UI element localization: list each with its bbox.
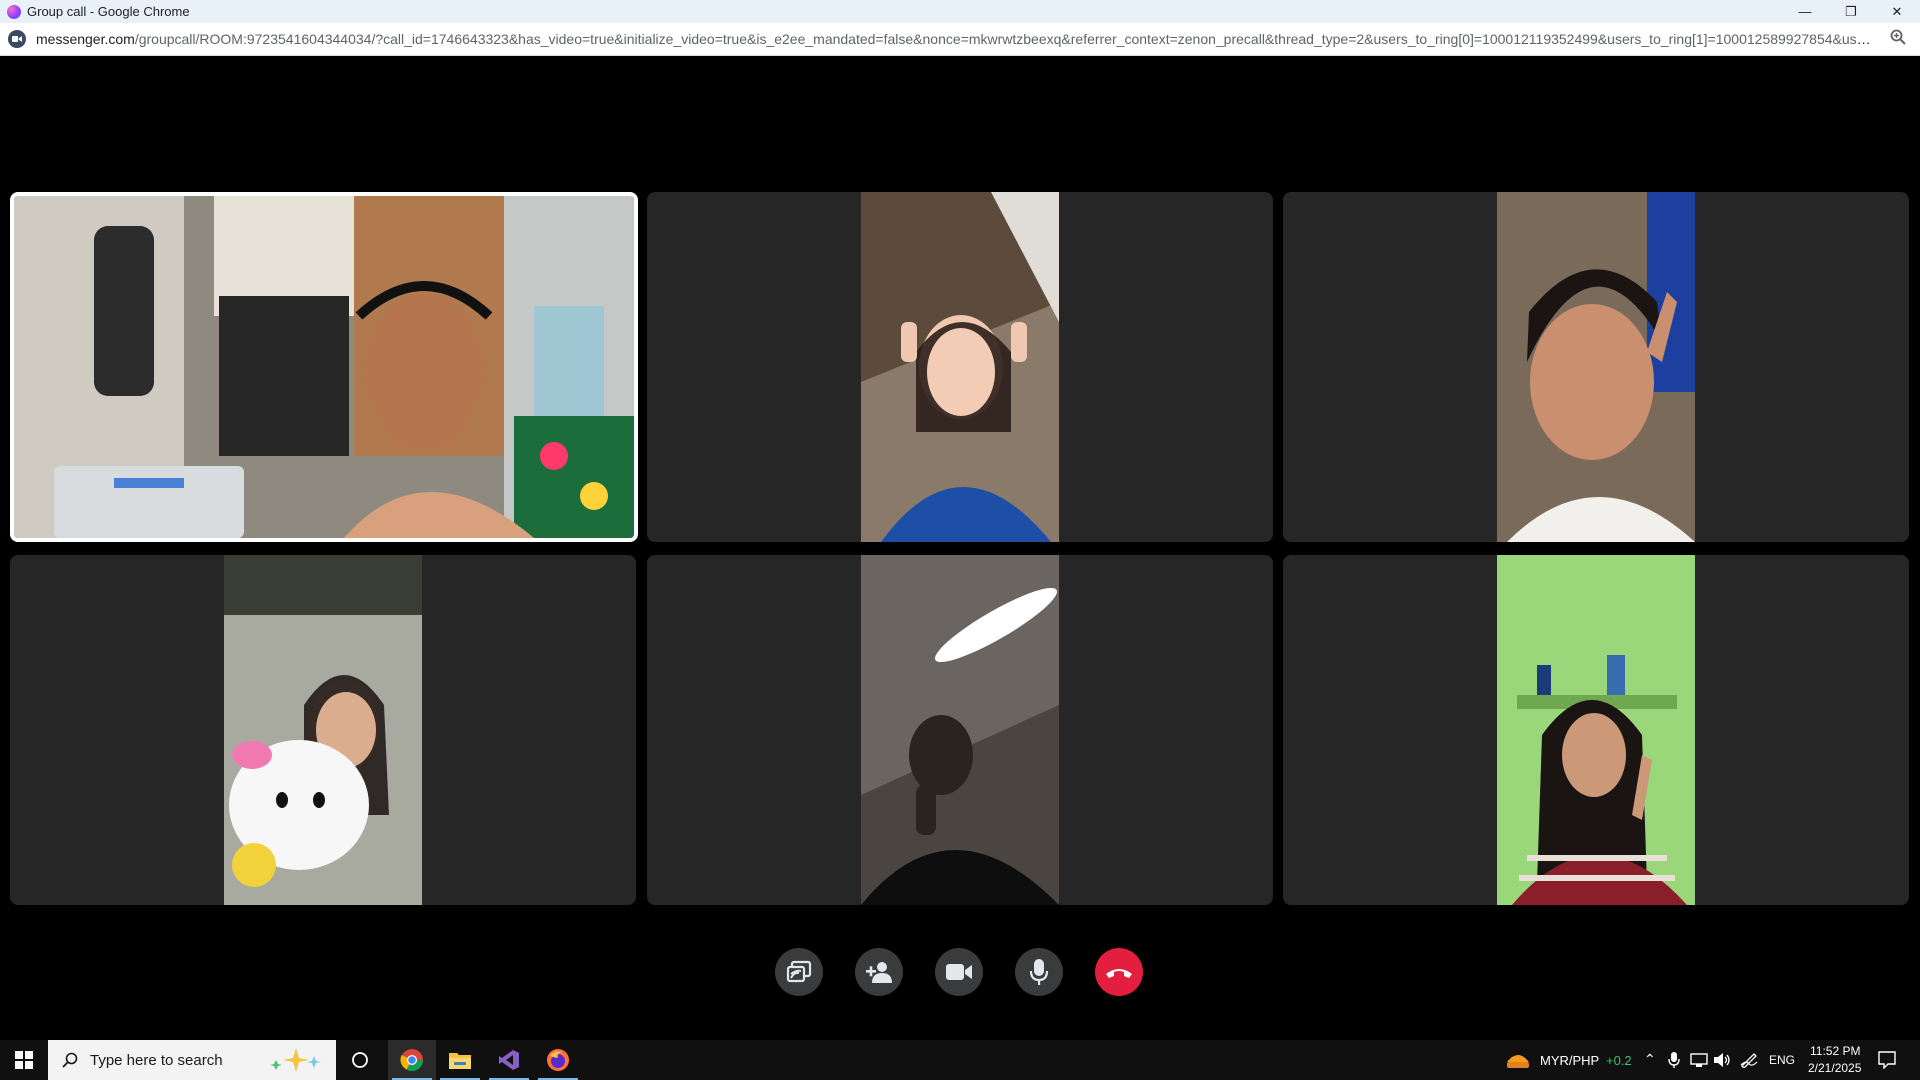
currency-widget-icon[interactable] bbox=[1505, 1048, 1531, 1072]
end-call-button[interactable] bbox=[1095, 948, 1143, 996]
screen-share-icon bbox=[786, 960, 812, 983]
microphone-tray-icon[interactable] bbox=[1668, 1052, 1680, 1068]
zoom-icon[interactable] bbox=[1890, 29, 1906, 49]
participant-tile-1[interactable] bbox=[10, 192, 638, 542]
participant-tile-4[interactable] bbox=[10, 555, 636, 905]
minimize-button[interactable]: — bbox=[1782, 0, 1828, 23]
clock-time[interactable]: 11:52 PM bbox=[1810, 1044, 1860, 1058]
window-title: Group call - Google Chrome bbox=[27, 4, 190, 19]
participant-tile-3[interactable] bbox=[1283, 192, 1909, 542]
clock-date[interactable]: 2/21/2025 bbox=[1808, 1061, 1861, 1075]
close-button[interactable]: ✕ bbox=[1874, 0, 1920, 23]
visual-studio-icon bbox=[499, 1050, 519, 1070]
firefox-icon bbox=[547, 1049, 569, 1071]
task-view-icon bbox=[352, 1052, 368, 1068]
show-hidden-icons-icon[interactable]: ⌃ bbox=[1644, 1051, 1656, 1068]
currency-change: +0.2 bbox=[1606, 1053, 1632, 1068]
notifications-icon[interactable] bbox=[1878, 1051, 1896, 1069]
taskbar-visual-studio[interactable] bbox=[485, 1040, 533, 1080]
currency-pair[interactable]: MYR/PHP bbox=[1540, 1053, 1599, 1068]
add-person-icon bbox=[866, 962, 892, 983]
taskbar-file-explorer[interactable] bbox=[436, 1040, 484, 1080]
participant-video-4 bbox=[224, 555, 422, 905]
participant-video-2 bbox=[861, 192, 1059, 542]
microphone-button[interactable] bbox=[1015, 948, 1063, 996]
taskbar-chrome[interactable] bbox=[388, 1040, 436, 1080]
microphone-icon bbox=[1029, 959, 1049, 985]
network-icon[interactable] bbox=[1690, 1052, 1708, 1068]
folder-icon bbox=[449, 1053, 471, 1069]
search-icon bbox=[62, 1052, 78, 1068]
windows-logo-icon bbox=[15, 1051, 33, 1069]
participant-tile-6[interactable] bbox=[1283, 555, 1909, 905]
task-view-button[interactable] bbox=[336, 1040, 384, 1080]
participant-video-5 bbox=[861, 555, 1059, 905]
taskbar: Type here to search MYR/PHP +0.2 ⌃ ENG 1… bbox=[0, 1040, 1920, 1080]
url-host: messenger.com bbox=[36, 31, 135, 47]
restore-button[interactable]: ❐ bbox=[1828, 0, 1874, 23]
participant-video-6 bbox=[1497, 555, 1695, 905]
taskbar-firefox[interactable] bbox=[534, 1040, 582, 1080]
messenger-logo-icon bbox=[7, 4, 21, 19]
search-placeholder: Type here to search bbox=[90, 1051, 223, 1069]
sparkle-icon bbox=[270, 1048, 321, 1072]
pen-icon[interactable] bbox=[1740, 1052, 1758, 1068]
participant-tile-2[interactable] bbox=[647, 192, 1273, 542]
language-indicator[interactable]: ENG bbox=[1769, 1053, 1795, 1067]
window-titlebar: Group call - Google Chrome — ❐ ✕ bbox=[0, 0, 1920, 23]
video-camera-icon bbox=[946, 964, 972, 980]
camera-button[interactable] bbox=[935, 948, 983, 996]
hang-up-icon bbox=[1106, 969, 1132, 978]
share-screen-button[interactable] bbox=[775, 948, 823, 996]
taskbar-search[interactable]: Type here to search bbox=[48, 1040, 336, 1080]
add-people-button[interactable] bbox=[855, 948, 903, 996]
volume-icon[interactable] bbox=[1713, 1052, 1731, 1068]
url-path: /groupcall/ROOM:9723541604344034/?call_i… bbox=[134, 31, 1876, 47]
url-text[interactable]: messenger.com/groupcall/ROOM:97235416043… bbox=[36, 31, 1876, 47]
call-controls bbox=[775, 948, 1143, 996]
participant-video-1 bbox=[14, 196, 634, 538]
participant-tile-5[interactable] bbox=[647, 555, 1273, 905]
start-button[interactable] bbox=[0, 1040, 48, 1080]
participant-video-3 bbox=[1497, 192, 1695, 542]
video-call-site-icon[interactable] bbox=[8, 30, 26, 48]
chrome-icon bbox=[400, 1049, 423, 1071]
address-bar[interactable]: messenger.com/groupcall/ROOM:97235416043… bbox=[0, 23, 1920, 56]
